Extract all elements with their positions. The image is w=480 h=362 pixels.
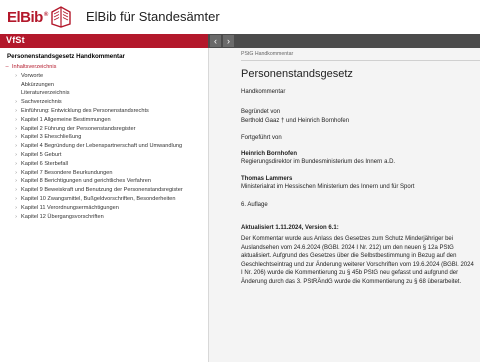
founded-by: Berthold Gaaz † und Heinrich Bornhofen <box>241 118 350 124</box>
document-subtitle: Handkommentar <box>241 89 286 95</box>
chevron-right-icon[interactable]: › <box>12 117 20 123</box>
toc-item-label: Inhaltsverzeichnis <box>12 64 57 70</box>
toc-item[interactable]: – Inhaltsverzeichnis <box>0 64 208 73</box>
toc-item[interactable]: Abkürzungen <box>0 82 208 91</box>
app-title: ElBib für Standesämter <box>86 9 220 24</box>
toc-item[interactable]: › Kapitel 4 Begründung der Lebenspartners… <box>0 143 208 152</box>
chevron-right-icon[interactable]: › <box>12 143 20 149</box>
chevron-right-icon: › <box>227 36 230 46</box>
chevron-right-icon[interactable]: › <box>12 161 20 167</box>
navigation-bar: ‹ › <box>208 34 480 48</box>
toc-item-label: Kapitel 10 Zwangsmittel, Bußgeldvorschri… <box>21 196 176 202</box>
update-text: Der Kommentar wurde aus Anlass des Geset… <box>241 236 474 285</box>
toc-item-label: Kapitel 3 Eheschließung <box>21 134 82 141</box>
chevron-right-icon[interactable]: › <box>12 214 20 220</box>
toc-item-label: Abkürzungen <box>21 81 54 88</box>
toc-item[interactable]: › Kapitel 7 Besondere Beurkundungen <box>0 170 208 179</box>
elbib-logo[interactable]: ElBib® <box>7 6 71 28</box>
toc-item[interactable]: › Sachverzeichnis <box>0 99 208 108</box>
breadcrumb[interactable]: PStG Handkommentar <box>241 51 293 57</box>
chevron-right-icon[interactable]: › <box>12 170 20 176</box>
chevron-right-icon[interactable]: › <box>12 152 20 158</box>
toc-item[interactable]: › Kapitel 12 Übergangsvorschriften <box>0 214 208 223</box>
chevron-right-icon[interactable]: › <box>12 99 20 105</box>
toc-sidebar: Personenstandsgesetz Handkommentar – Inha… <box>0 48 208 362</box>
document-title: Personenstandsgesetz <box>241 68 353 80</box>
logo-text: ElBib® <box>7 8 48 26</box>
breadcrumb-divider <box>241 60 480 61</box>
toc-item[interactable]: › Vorworte <box>0 73 208 82</box>
toc-item-label: Kapitel 7 Besondere Beurkundungen <box>21 169 113 176</box>
previous-page-button[interactable]: ‹ <box>210 35 221 47</box>
toc-item[interactable]: › Kapitel 3 Eheschließung <box>0 134 208 143</box>
chevron-right-icon[interactable]: › <box>12 108 20 114</box>
toc-item-label: Kapitel 5 Geburt <box>21 152 62 158</box>
toc-item-label: Literaturverzeichnis <box>21 90 70 97</box>
toc-item[interactable]: Literaturverzeichnis <box>0 90 208 99</box>
edition: 6. Auflage <box>241 202 268 208</box>
publisher-bar: VfSt <box>0 34 208 48</box>
toc-item-label: Kapitel 6 Sterbefall <box>21 160 68 167</box>
chevron-right-icon[interactable]: › <box>12 178 20 184</box>
toc-item-label: Kapitel 9 Beweiskraft und Benutzung der … <box>21 187 183 194</box>
chevron-right-icon[interactable]: › <box>12 134 20 140</box>
app-header: ElBib® ElBib für Standesämter <box>0 0 480 34</box>
toc-item[interactable]: › Kapitel 8 Berichtigungen und gerichtlic… <box>0 178 208 187</box>
toc-item[interactable]: › Kapitel 6 Sterbefall <box>0 161 208 170</box>
chevron-right-icon[interactable]: › <box>12 73 20 79</box>
book-icon <box>51 6 71 28</box>
document-pane: PStG Handkommentar Personenstandsgesetz … <box>209 48 480 362</box>
toc-item[interactable]: › Kapitel 9 Beweiskraft und Benutzung der… <box>0 187 208 196</box>
toc-item-label: Kapitel 4 Begründung der Lebenspartnersc… <box>21 143 183 150</box>
author-role: Ministerialrat im Hessischen Ministerium… <box>241 184 415 190</box>
author-name: Thomas Lammers <box>241 176 293 182</box>
publisher-logo[interactable]: VfSt <box>6 35 25 45</box>
chevron-right-icon[interactable]: › <box>12 187 20 193</box>
app-window: ElBib® ElBib für Standesämter VfSt ‹ › P… <box>0 0 480 362</box>
toc-item-label: Vorworte <box>21 72 44 79</box>
next-page-button[interactable]: › <box>223 35 234 47</box>
chevron-right-icon[interactable]: › <box>12 205 20 211</box>
toc-item-label: Sachverzeichnis <box>21 99 62 106</box>
toc-item-label: Kapitel 12 Übergangsvorschriften <box>21 213 104 220</box>
toc-item[interactable]: › Kapitel 10 Zwangsmittel, Bußgeldvorschr… <box>0 196 208 205</box>
author-name: Heinrich Bornhofen <box>241 151 298 157</box>
toc-item-label: Kapitel 2 Führung der Personenstandsregi… <box>21 125 136 132</box>
toc-item-label: Kapitel 1 Allgemeine Bestimmungen <box>21 116 111 123</box>
collapse-icon[interactable]: – <box>3 64 11 70</box>
toc-item[interactable]: › Kapitel 1 Allgemeine Bestimmungen <box>0 117 208 126</box>
author-role: Regierungsdirektor im Bundesministerium … <box>241 159 396 165</box>
toc-item-label: Einführung: Entwicklung des Personenstan… <box>21 108 149 114</box>
toc-item[interactable]: › Kapitel 5 Geburt <box>0 152 208 161</box>
continued-label: Fortgeführt von <box>241 135 282 141</box>
update-heading: Aktualisiert 1.11.2024, Version 6.1: <box>241 225 339 231</box>
toc-item[interactable]: › Einführung: Entwicklung des Personensta… <box>0 108 208 117</box>
chevron-right-icon[interactable]: › <box>12 196 20 202</box>
chevron-left-icon: ‹ <box>214 36 217 46</box>
toc-item-label: Kapitel 8 Berichtigungen und gerichtlich… <box>21 178 151 185</box>
toc-item-label: Kapitel 11 Verordnungsermächtigungen <box>21 204 119 211</box>
founded-label: Begründet von <box>241 109 281 115</box>
toc-title[interactable]: Personenstandsgesetz Handkommentar <box>7 53 125 60</box>
toc-item[interactable]: › Kapitel 2 Führung der Personenstandsreg… <box>0 126 208 135</box>
chevron-right-icon[interactable]: › <box>12 126 20 132</box>
toc-item[interactable]: › Kapitel 11 Verordnungsermächtigungen <box>0 205 208 214</box>
